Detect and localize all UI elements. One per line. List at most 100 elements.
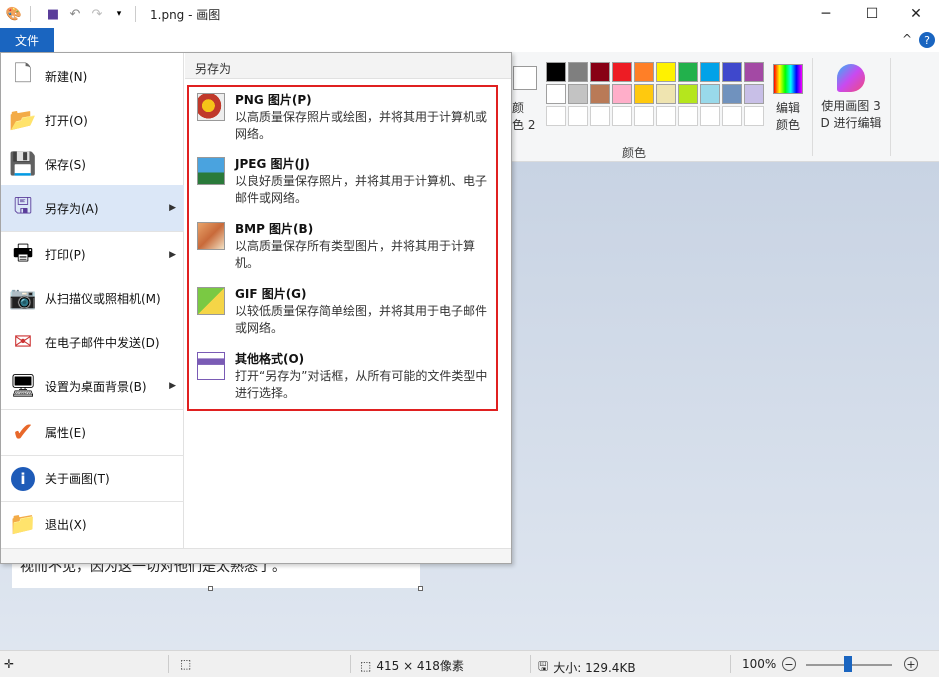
exit-icon: 📁 [9,512,37,537]
zoom-in-button[interactable]: + [904,657,918,671]
resize-handle-corner[interactable] [418,586,423,591]
save-as-gif[interactable]: GIF 图片(G) 以较低质量保存简单绘图，并将其用于电子邮件或网络。 [197,283,492,345]
bmp-title: BMP 图片(B) [235,222,314,236]
menu-item-desktop-background[interactable]: 🖥 设置为桌面背景(B) ▶ [1,363,184,409]
image-dimensions-icon: ⬚ [360,658,372,673]
redo-icon[interactable]: ↷ [89,6,105,22]
jpeg-description: 以良好质量保存照片，并将其用于计算机、电子邮件或网络。 [235,174,488,205]
file-tab[interactable]: 文件 [0,28,54,52]
color-swatch[interactable] [744,106,764,126]
status-separator [730,655,731,673]
color-swatch[interactable] [744,62,764,82]
png-title: PNG 图片(P) [235,93,312,107]
colors-group-label: 颜色 [622,146,647,160]
color-swatch[interactable] [568,62,588,82]
color-2-label-line1: 颜 [512,101,525,115]
menu-item-save-as[interactable]: 🖫 另存为(A) ▶ [1,185,184,231]
color-2-swatch[interactable] [513,66,537,90]
other-formats-title: 其他格式(O) [235,352,305,366]
color-swatch[interactable] [590,84,610,104]
paint-app-icon[interactable]: 🎨 [6,6,22,22]
save-as-submenu: 另存为 PNG 图片(P) 以高质量保存照片或绘图，并将其用于计算机或网络。 J… [185,53,511,548]
save-as-other-formats[interactable]: 其他格式(O) 打开“另存为”对话框，从所有可能的文件类型中进行选择。 [197,348,492,410]
color-swatch[interactable] [568,106,588,126]
color-swatch[interactable] [612,62,632,82]
color-swatch[interactable] [590,62,610,82]
help-icon[interactable]: ? [919,32,935,48]
menu-item-email[interactable]: ✉ 在电子邮件中发送(D) [1,319,184,365]
selection-size-icon: ⬚ [180,657,192,671]
undo-icon[interactable]: ↶ [67,6,83,22]
png-image-icon [197,93,225,121]
menu-item-label: 在电子邮件中发送(D) [45,335,160,350]
paint3d-icon [837,64,865,92]
color-swatch[interactable] [722,62,742,82]
maximize-button[interactable]: ☐ [849,0,895,28]
menu-item-about[interactable]: i 关于画图(T) [1,455,184,501]
highlight-frame: PNG 图片(P) 以高质量保存照片或绘图，并将其用于计算机或网络。 JPEG … [187,85,498,411]
cursor-position-icon: ✛ [4,657,15,671]
quick-access-separator [30,6,31,22]
color-swatch[interactable] [612,84,632,104]
color-swatch[interactable] [678,84,698,104]
minimize-button[interactable]: ─ [803,0,849,28]
menu-item-label: 保存(S) [45,157,86,172]
collapse-ribbon-icon[interactable]: ^ [902,32,912,46]
color-swatch[interactable] [546,106,566,126]
color-swatch[interactable] [612,106,632,126]
resize-handle-bottom[interactable] [208,586,213,591]
color-swatch[interactable] [700,84,720,104]
zoom-out-icon: − [782,657,796,671]
color-swatch[interactable] [568,84,588,104]
edit-colors-button[interactable]: 编辑 颜色 [768,62,808,134]
customize-quick-access-icon[interactable]: ▾ [111,6,127,22]
submenu-arrow-icon: ▶ [169,203,176,213]
menu-item-label: 属性(E) [45,426,86,440]
color-swatch[interactable] [546,84,566,104]
save-as-png[interactable]: PNG 图片(P) 以高质量保存照片或绘图，并将其用于计算机或网络。 [197,89,492,151]
color-swatch[interactable] [590,106,610,126]
menu-item-label: 关于画图(T) [45,472,110,486]
color-swatch[interactable] [656,106,676,126]
save-icon[interactable]: ■ [45,6,61,22]
color-2-label-line2: 色 2 [512,118,536,132]
printer-icon: 🖶 [12,240,34,266]
color-swatch[interactable] [744,84,764,104]
other-formats-icon [197,352,225,380]
zoom-in-icon: + [904,657,918,671]
submenu-arrow-icon: ▶ [169,249,176,260]
color-swatch[interactable] [656,62,676,82]
color-swatch[interactable] [700,62,720,82]
status-bar: ✛ ⬚ ⬚ 415 × 418像素 🖫 大小: 129.4KB 100% − + [0,650,939,677]
close-button[interactable]: ✕ [893,0,939,28]
color-swatch[interactable] [700,106,720,126]
menu-item-scanner[interactable]: 📷 从扫描仪或照相机(M) [1,275,184,321]
color-swatch[interactable] [634,84,654,104]
file-size-text: 大小: 129.4KB [553,661,636,675]
png-description: 以高质量保存照片或绘图，并将其用于计算机或网络。 [235,110,488,141]
color-swatch[interactable] [678,106,698,126]
color-2-label[interactable]: 颜 色 2 [512,100,535,134]
menu-item-open[interactable]: 📂 打开(O) [1,97,184,143]
other-formats-description: 打开“另存为”对话框，从所有可能的文件类型中进行选择。 [235,369,488,400]
paint3d-label-line1: 使用画图 3 [821,99,881,113]
menu-item-save[interactable]: 💾 保存(S) [1,141,184,187]
color-swatch[interactable] [656,84,676,104]
color-swatch[interactable] [678,62,698,82]
color-swatch[interactable] [722,106,742,126]
color-swatch[interactable] [634,106,654,126]
zoom-slider-thumb[interactable] [844,656,852,672]
menu-item-exit[interactable]: 📁 退出(X) [1,501,184,547]
color-swatch[interactable] [722,84,742,104]
save-as-jpeg[interactable]: JPEG 图片(J) 以良好质量保存照片，并将其用于计算机、电子邮件或网络。 [197,153,492,215]
menu-item-new[interactable]: 🗋 新建(N) [1,53,184,99]
status-separator [168,655,169,673]
save-as-bmp[interactable]: BMP 图片(B) 以高质量保存所有类型图片，并将其用于计算机。 [197,218,492,280]
menu-item-print[interactable]: 🖶 打印(P) ▶ [1,231,184,277]
bmp-image-icon [197,222,225,250]
zoom-out-button[interactable]: − [782,657,796,671]
color-swatch[interactable] [546,62,566,82]
menu-item-properties[interactable]: ✔ 属性(E) [1,409,184,455]
color-swatch[interactable] [634,62,654,82]
edit-with-paint3d-button[interactable]: 使用画图 3 D 进行编辑 [816,62,886,132]
